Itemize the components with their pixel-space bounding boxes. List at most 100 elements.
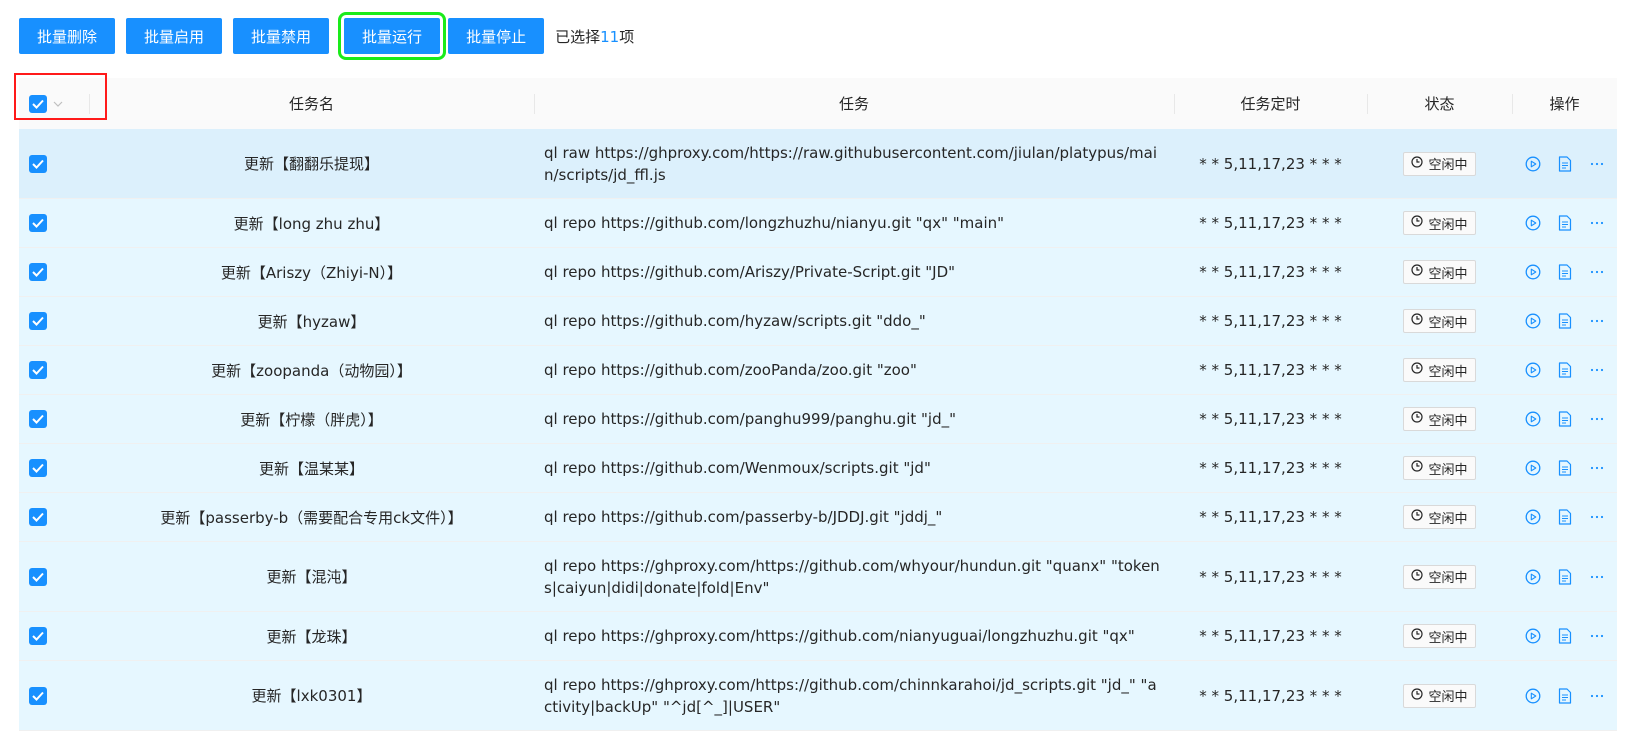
task-name: 更新【Ariszy（Zhiyi-N）】 <box>220 263 403 282</box>
file-text-icon[interactable] <box>1556 155 1574 173</box>
play-circle-icon[interactable] <box>1524 410 1542 428</box>
file-text-icon[interactable] <box>1556 568 1574 586</box>
status-badge: 空闲中 <box>1403 683 1476 708</box>
row-actions <box>1512 346 1617 394</box>
batch-run-button[interactable]: 批量运行 <box>338 12 447 60</box>
row-checkbox[interactable] <box>29 410 47 428</box>
row-checkbox[interactable] <box>29 459 47 477</box>
table-row[interactable]: 更新【龙珠】 ql repo https://ghproxy.com/https… <box>19 612 1617 661</box>
batch-enable-button[interactable]: 批量启用 <box>126 18 223 54</box>
task-name: 更新【龙珠】 <box>266 627 357 646</box>
row-checkbox[interactable] <box>29 627 47 645</box>
task-schedule: * * 5,11,17,23 * * * <box>1199 627 1342 645</box>
task-name: 更新【hyzaw】 <box>257 312 366 331</box>
batch-stop-button[interactable]: 批量停止 <box>448 18 545 54</box>
row-checkbox-cell <box>19 612 89 660</box>
status-badge: 空闲中 <box>1403 564 1476 589</box>
row-checkbox-cell <box>19 395 89 443</box>
row-checkbox[interactable] <box>29 508 47 526</box>
task-name: 更新【passerby-b（需要配合专用ck文件）】 <box>160 508 463 527</box>
file-text-icon[interactable] <box>1556 687 1574 705</box>
table-row[interactable]: 更新【温某某】 ql repo https://github.com/Wenmo… <box>19 444 1617 493</box>
file-text-icon[interactable] <box>1556 410 1574 428</box>
more-icon[interactable] <box>1588 214 1606 232</box>
row-checkbox-cell <box>19 493 89 541</box>
play-circle-icon[interactable] <box>1524 627 1542 645</box>
file-text-icon[interactable] <box>1556 459 1574 477</box>
clock-icon <box>1411 687 1424 704</box>
play-circle-icon[interactable] <box>1524 687 1542 705</box>
play-circle-icon[interactable] <box>1524 459 1542 477</box>
more-icon[interactable] <box>1588 627 1606 645</box>
status-label: 空闲中 <box>1428 266 1468 282</box>
more-icon[interactable] <box>1588 459 1606 477</box>
clock-icon <box>1411 264 1424 280</box>
more-icon[interactable] <box>1588 312 1606 330</box>
file-text-icon[interactable] <box>1556 627 1574 645</box>
row-checkbox[interactable] <box>29 312 47 330</box>
task-command: ql repo https://github.com/passerby-b/JD… <box>544 508 943 526</box>
table-row[interactable]: 更新【long zhu zhu】 ql repo https://github.… <box>19 199 1617 248</box>
clock-icon <box>1411 460 1424 476</box>
table-row[interactable]: 更新【zoopanda（动物园）】 ql repo https://github… <box>19 346 1617 395</box>
row-checkbox-cell <box>19 346 89 394</box>
column-header-status: 状态 <box>1367 78 1512 129</box>
play-circle-icon[interactable] <box>1524 263 1542 281</box>
play-circle-icon[interactable] <box>1524 508 1542 526</box>
more-icon[interactable] <box>1588 361 1606 379</box>
row-checkbox[interactable] <box>29 686 47 705</box>
more-icon[interactable] <box>1588 155 1606 173</box>
column-header-cron: 任务定时 <box>1174 78 1367 129</box>
status-label: 空闲中 <box>1428 217 1468 233</box>
status-label: 空闲中 <box>1428 690 1468 705</box>
row-checkbox[interactable] <box>29 361 47 379</box>
file-text-icon[interactable] <box>1556 312 1574 330</box>
selection-summary: 已选择11项 <box>555 26 634 47</box>
row-checkbox[interactable] <box>29 263 47 281</box>
row-checkbox-cell <box>19 129 89 198</box>
more-icon[interactable] <box>1588 410 1606 428</box>
row-actions <box>1512 395 1617 443</box>
select-all-checkbox[interactable] <box>29 94 47 113</box>
play-circle-icon[interactable] <box>1524 568 1542 586</box>
more-icon[interactable] <box>1588 568 1606 586</box>
file-text-icon[interactable] <box>1556 361 1574 379</box>
row-checkbox-cell <box>19 661 89 730</box>
play-circle-icon[interactable] <box>1524 361 1542 379</box>
batch-disable-button[interactable]: 批量禁用 <box>233 18 330 54</box>
file-text-icon[interactable] <box>1556 508 1574 526</box>
more-icon[interactable] <box>1588 508 1606 526</box>
table-row[interactable]: 更新【混沌】 ql repo https://ghproxy.com/https… <box>19 542 1617 612</box>
more-icon[interactable] <box>1588 687 1606 705</box>
scrollbar-track[interactable] <box>1617 0 1642 753</box>
table-row[interactable]: 更新【翻翻乐提现】 ql raw https://ghproxy.com/htt… <box>19 129 1617 199</box>
status-badge: 空闲中 <box>1403 151 1476 176</box>
row-checkbox[interactable] <box>29 567 47 586</box>
row-checkbox-cell <box>19 199 89 247</box>
row-checkbox-cell <box>19 444 89 492</box>
file-text-icon[interactable] <box>1556 214 1574 232</box>
status-label: 空闲中 <box>1428 364 1468 380</box>
table-row[interactable]: 更新【柠檬（胖虎）】 ql repo https://github.com/pa… <box>19 395 1617 444</box>
play-circle-icon[interactable] <box>1524 214 1542 232</box>
more-icon[interactable] <box>1588 263 1606 281</box>
table-row[interactable]: 更新【passerby-b（需要配合专用ck文件）】 ql repo https… <box>19 493 1617 542</box>
table-row[interactable]: 更新【Ariszy（Zhiyi-N）】 ql repo https://gith… <box>19 248 1617 297</box>
row-checkbox[interactable] <box>29 214 47 232</box>
row-checkbox[interactable] <box>29 154 47 173</box>
status-cell: 空闲中 <box>1367 493 1512 541</box>
table-row[interactable]: 更新【lxk0301】 ql repo https://ghproxy.com/… <box>19 661 1617 731</box>
task-name: 更新【温某某】 <box>258 459 364 478</box>
cron-task-table: 任务名 任务 任务定时 状态 操作 更新【翻翻乐提现】 ql raw https… <box>19 78 1617 731</box>
batch-delete-button[interactable]: 批量删除 <box>19 18 116 54</box>
status-cell: 空闲中 <box>1367 612 1512 660</box>
chevron-down-icon[interactable] <box>53 101 63 107</box>
column-header-actions: 操作 <box>1512 78 1617 129</box>
row-actions <box>1512 493 1617 541</box>
table-row[interactable]: 更新【hyzaw】 ql repo https://github.com/hyz… <box>19 297 1617 346</box>
play-circle-icon[interactable] <box>1524 312 1542 330</box>
play-circle-icon[interactable] <box>1524 155 1542 173</box>
row-actions <box>1512 661 1617 730</box>
file-text-icon[interactable] <box>1556 263 1574 281</box>
status-label: 空闲中 <box>1428 571 1468 586</box>
